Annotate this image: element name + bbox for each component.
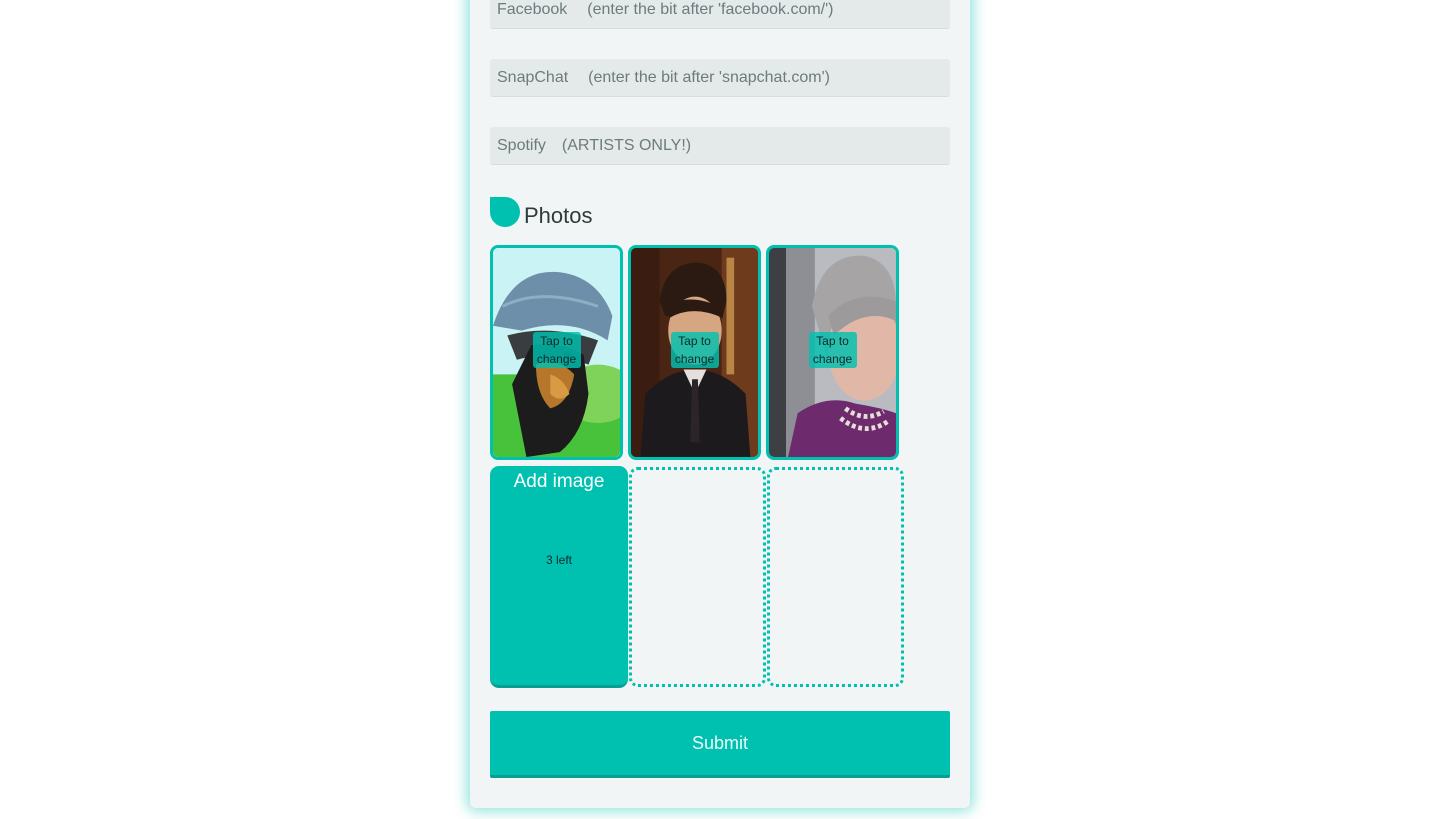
- snapchat-label: SnapChat: [497, 68, 569, 86]
- submit-button[interactable]: Submit: [490, 711, 950, 778]
- photos-title: Photos: [524, 203, 593, 228]
- snapchat-input[interactable]: [588, 68, 939, 87]
- facebook-field[interactable]: Facebook: [490, 0, 950, 29]
- tap-to-change-label: Tap to change: [670, 332, 719, 368]
- facebook-input[interactable]: [587, 0, 938, 19]
- photo-tile-2[interactable]: Tap to change: [628, 245, 761, 460]
- tap-to-change-label: Tap to change: [808, 332, 857, 368]
- spotify-field[interactable]: Spotify: [490, 127, 950, 165]
- add-image-button[interactable]: Add image 3 left: [490, 466, 628, 688]
- photo-tile-1[interactable]: Tap to change: [490, 245, 623, 460]
- empty-photo-slot: [629, 467, 766, 687]
- empty-photo-slot: [767, 467, 904, 687]
- facebook-label: Facebook: [497, 0, 568, 18]
- add-image-label: Add image: [513, 471, 605, 492]
- profile-form-card: Facebook SnapChat Spotify Photos Tap to …: [470, 0, 970, 808]
- photo-tile-3[interactable]: Tap to change: [766, 245, 899, 460]
- spotify-input[interactable]: [561, 136, 932, 155]
- tap-to-change-label: Tap to change: [532, 332, 581, 368]
- snapchat-field[interactable]: SnapChat: [490, 59, 950, 97]
- speech-bubble-icon: [490, 197, 520, 227]
- photos-heading: Photos: [490, 195, 593, 229]
- images-remaining-label: 3 left: [545, 553, 572, 567]
- spotify-label: Spotify: [497, 136, 546, 154]
